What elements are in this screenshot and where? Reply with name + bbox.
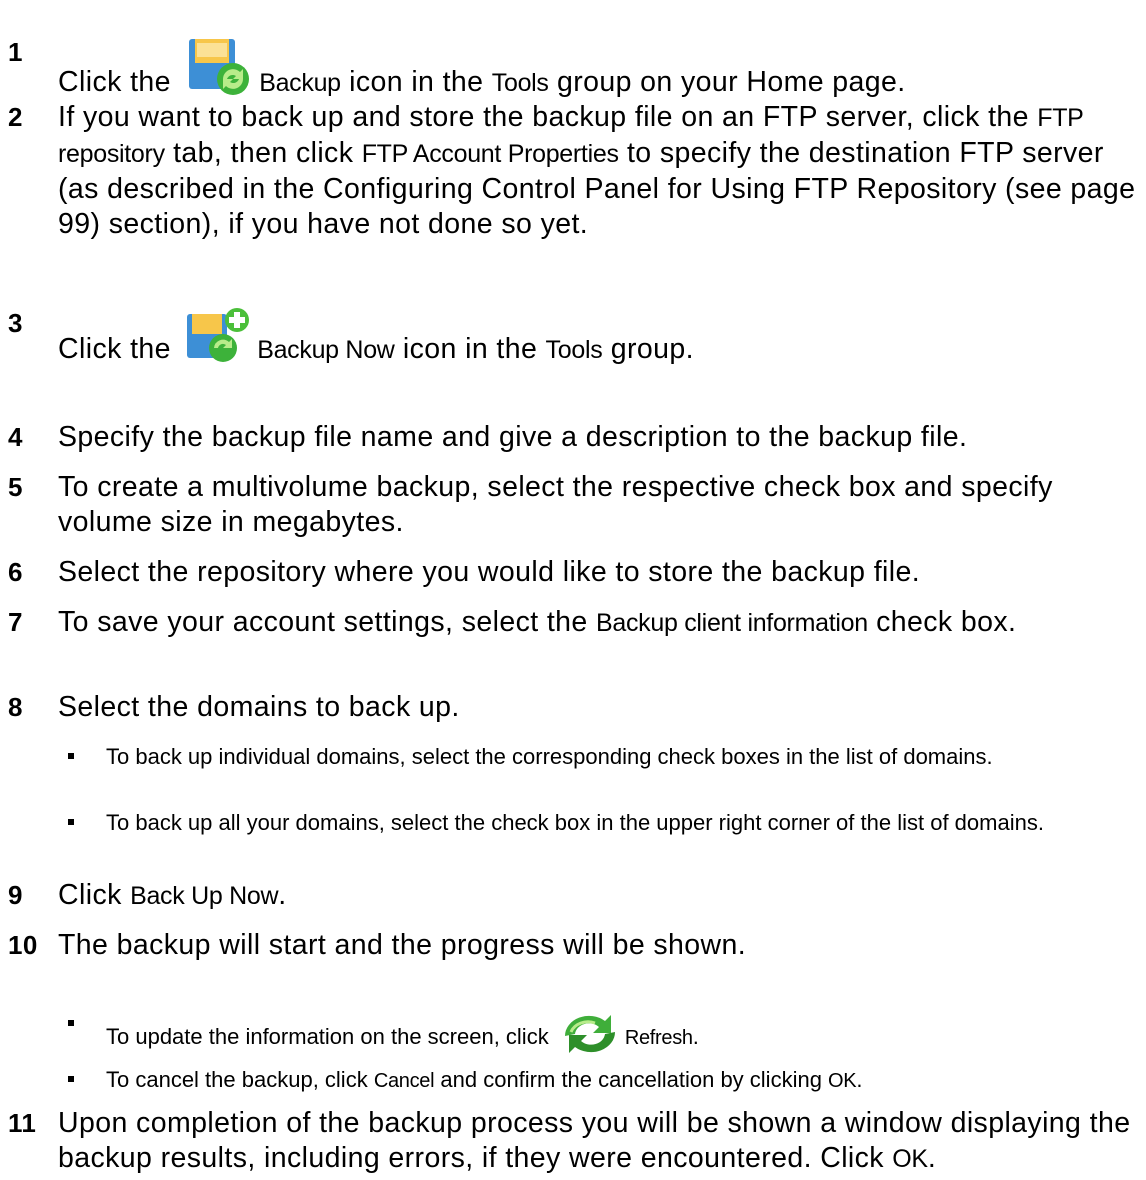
step-4: 4 Specify the backup file name and give … (8, 420, 1138, 455)
bullet-marker (68, 819, 74, 825)
step-number: 3 (8, 308, 23, 338)
bullet-marker (68, 753, 74, 759)
ui-term: OK (828, 1070, 857, 1092)
step-text: Select the repository where you would li… (58, 556, 921, 588)
step-number: 1 (8, 37, 23, 67)
step-number: 10 (8, 930, 38, 960)
step-2: 2 If you want to back up and store the b… (8, 100, 1138, 242)
step-text: To save your account settings, select th… (58, 606, 596, 638)
step-text: group. (602, 333, 694, 365)
bullet-text: To back up individual domains, select th… (106, 744, 993, 769)
step-5: 5 To create a multivolume backup, select… (8, 470, 1138, 540)
ui-term: Tools (545, 336, 603, 364)
step-number: 4 (8, 422, 23, 452)
step-text: icon in the (340, 66, 492, 98)
step-number: 7 (8, 607, 23, 637)
bullet-text: and confirm the cancellation by clicking (434, 1067, 829, 1092)
bullet-marker (68, 1076, 74, 1082)
step-text: Specify the backup file name and give a … (58, 421, 968, 453)
step-6: 6 Select the repository where you would … (8, 555, 1138, 590)
step-text: Click (58, 879, 131, 911)
step-number: 11 (8, 1108, 37, 1138)
step-text: Click the (58, 66, 180, 98)
bullet-text: To back up all your domains, select the … (106, 810, 1044, 835)
step-text: Upon completion of the backup process yo… (58, 1107, 1131, 1174)
step-number: 2 (8, 102, 23, 132)
step-8-bullet-1: To back up individual domains, select th… (68, 743, 1128, 771)
bullet-text: . (692, 1024, 699, 1049)
step-text: group on your Home page. (548, 66, 906, 98)
step-1: 1 Click the Backup icon in the Tools gro… (8, 35, 1138, 101)
step-10: 10 The backup will start and the progres… (8, 928, 1138, 963)
step-number: 9 (8, 880, 23, 910)
step-10-bullet-2: To cancel the backup, click Cancel and c… (68, 1066, 1128, 1095)
step-text: check box. (867, 606, 1017, 638)
step-8: 8 Select the domains to back up. (8, 690, 1138, 725)
step-11: 11 Upon completion of the backup process… (8, 1106, 1138, 1177)
ui-term: Backup (259, 69, 341, 97)
backup-now-icon (183, 306, 253, 364)
ui-term: Cancel (373, 1070, 435, 1092)
step-text: tab, then click (164, 137, 362, 169)
step-3: 3 Click the Backup Now icon in the Tools… (8, 306, 1138, 368)
step-text: . (278, 879, 287, 911)
ui-term: Tools (491, 69, 549, 97)
step-7: 7 To save your account settings, select … (8, 605, 1138, 641)
step-text: The backup will start and the progress w… (58, 929, 747, 961)
backup-icon (183, 35, 255, 97)
instructions-document: 1 Click the Backup icon in the Tools gro… (0, 0, 1146, 1180)
bullet-text: To update the information on the screen,… (106, 1024, 555, 1049)
ui-term: FTP Account Properties (361, 140, 619, 168)
step-number: 8 (8, 692, 23, 722)
step-8-bullet-2: To back up all your domains, select the … (68, 809, 1128, 837)
bullet-text: . (856, 1067, 863, 1092)
ui-term: Back Up Now (130, 882, 279, 910)
step-text: Click the (58, 333, 180, 365)
step-text: Select the domains to back up. (58, 691, 460, 723)
step-10-bullet-1: To update the information on the screen,… (68, 1010, 1128, 1058)
step-text: If you want to back up and store the bac… (58, 101, 1038, 133)
ui-term: Refresh (624, 1027, 693, 1049)
bullet-text: To cancel the backup, click (106, 1067, 374, 1092)
step-text: icon in the (394, 333, 546, 365)
step-number: 6 (8, 557, 23, 587)
refresh-icon (559, 1010, 621, 1058)
ui-term: OK (892, 1145, 928, 1173)
ui-term: Backup client information (596, 609, 868, 637)
step-text: To create a multivolume backup, select t… (58, 471, 1053, 538)
step-text: . (927, 1142, 937, 1174)
ui-term: Backup Now (257, 336, 395, 364)
step-number: 5 (8, 472, 23, 502)
step-9: 9 Click Back Up Now. (8, 878, 1138, 914)
bullet-marker (68, 1020, 74, 1026)
